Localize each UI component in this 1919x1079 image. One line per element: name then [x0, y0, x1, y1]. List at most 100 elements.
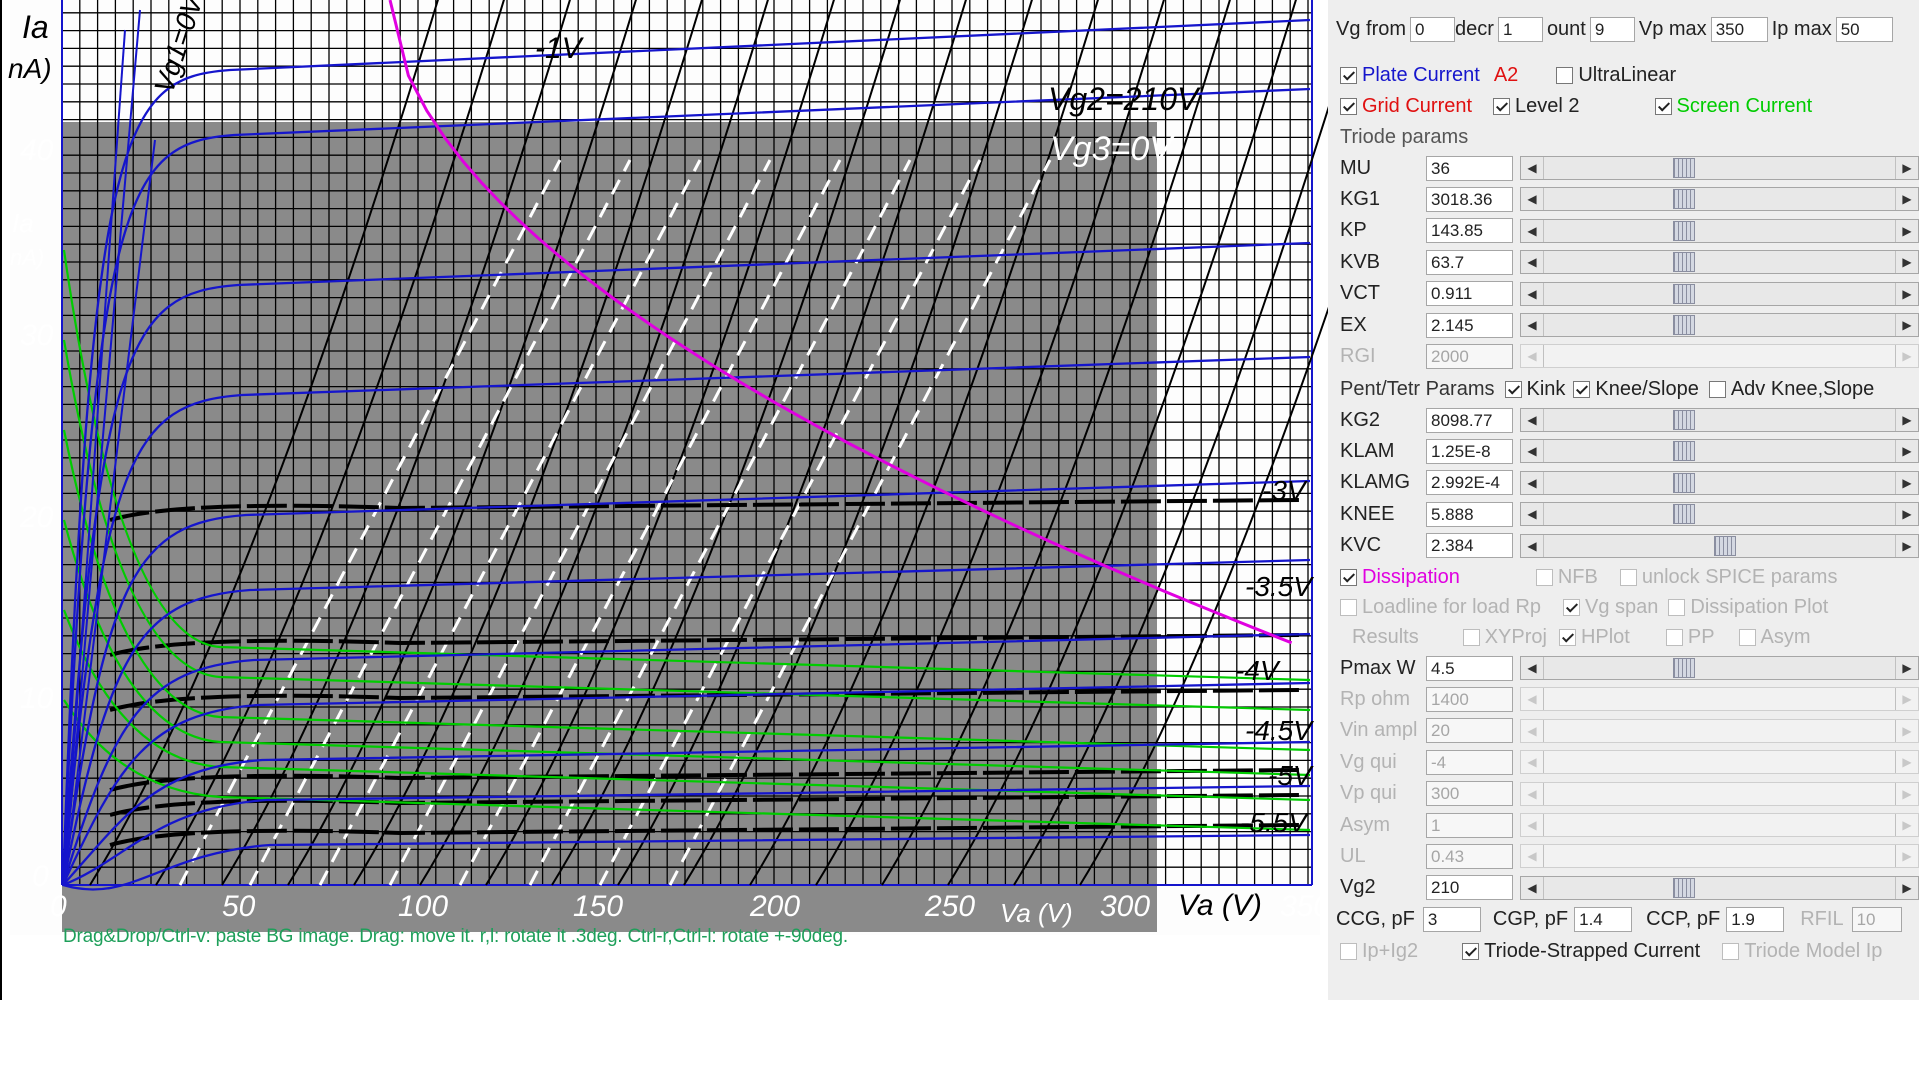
slider-right-arrow-icon[interactable]: ▶: [1895, 876, 1918, 899]
level2-checkbox[interactable]: [1493, 97, 1511, 115]
pent-value-field[interactable]: 2.384: [1426, 533, 1513, 559]
slider-left-arrow-icon[interactable]: ◀: [1521, 409, 1544, 431]
triode-strapped-checkbox[interactable]: [1462, 942, 1480, 960]
slider-thumb[interactable]: [1673, 410, 1695, 430]
ccp-field[interactable]: 1.9: [1726, 906, 1785, 932]
slider-right-arrow-icon[interactable]: ▶: [1895, 282, 1918, 305]
slider-thumb[interactable]: [1673, 504, 1695, 525]
slider-thumb[interactable]: [1673, 441, 1695, 462]
op-value-field[interactable]: 1400: [1426, 686, 1513, 712]
op-value-field[interactable]: 1: [1426, 812, 1513, 838]
hplot-checkbox[interactable]: [1558, 628, 1576, 646]
vg-span-checkbox[interactable]: [1563, 598, 1581, 616]
slider-left-arrow-icon[interactable]: ◀: [1521, 314, 1544, 336]
slider-right-arrow-icon[interactable]: ▶: [1895, 845, 1918, 868]
slider-left-arrow-icon[interactable]: ◀: [1521, 657, 1544, 679]
triode-model-checkbox[interactable]: [1722, 942, 1740, 960]
slider-left-arrow-icon[interactable]: ◀: [1521, 876, 1544, 899]
slider-right-arrow-icon[interactable]: ▶: [1895, 534, 1918, 557]
plot-area[interactable]: Ia nA) Ia nA) Vg1=0V -1V Vg2=210V Vg3=0V -3V -3.5…: [0, 0, 1329, 1000]
slider-right-arrow-icon[interactable]: ▶: [1895, 657, 1918, 679]
slider-left-arrow-icon[interactable]: ◀: [1521, 251, 1544, 274]
slider-right-arrow-icon[interactable]: ▶: [1895, 814, 1918, 836]
op-value-field[interactable]: 20: [1426, 718, 1513, 744]
op-slider[interactable]: ◀ ▶: [1520, 656, 1919, 680]
slider-thumb[interactable]: [1673, 472, 1695, 493]
op-value-field[interactable]: -4: [1426, 749, 1513, 775]
op-value-field[interactable]: 300: [1426, 781, 1513, 807]
loadline-checkbox[interactable]: [1340, 598, 1357, 616]
pent-value-field[interactable]: 8098.77: [1426, 407, 1513, 433]
slider-left-arrow-icon[interactable]: ◀: [1521, 219, 1544, 242]
pent-value-field[interactable]: 1.25E-8: [1426, 438, 1513, 464]
slider-left-arrow-icon[interactable]: ◀: [1521, 751, 1544, 774]
slider-thumb[interactable]: [1714, 535, 1736, 556]
op-slider[interactable]: ◀ ▶: [1520, 781, 1919, 806]
vg-from-field[interactable]: 0: [1410, 16, 1456, 42]
triode-value-field[interactable]: 0.911: [1426, 281, 1513, 307]
pp-checkbox[interactable]: [1665, 628, 1683, 646]
slider-thumb[interactable]: [1673, 189, 1695, 210]
slider-right-arrow-icon[interactable]: ▶: [1895, 188, 1918, 211]
slider-left-arrow-icon[interactable]: ◀: [1521, 719, 1544, 742]
op-value-field[interactable]: 210: [1426, 875, 1513, 901]
triode-value-field[interactable]: 2.145: [1426, 312, 1513, 338]
rfil-field[interactable]: 10: [1851, 906, 1902, 932]
triode-value-field[interactable]: 3018.36: [1426, 186, 1513, 212]
op-value-field[interactable]: 0.43: [1426, 843, 1513, 869]
slider-left-arrow-icon[interactable]: ◀: [1521, 782, 1544, 805]
slider-right-arrow-icon[interactable]: ▶: [1895, 688, 1918, 711]
slider-right-arrow-icon[interactable]: ▶: [1895, 503, 1918, 526]
ipmax-field[interactable]: 50: [1835, 16, 1893, 42]
pent-slider[interactable]: ◀ ▶: [1520, 533, 1919, 558]
triode-value-field[interactable]: 63.7: [1426, 249, 1513, 275]
dissipation-plot-checkbox[interactable]: [1668, 598, 1686, 616]
slider-thumb[interactable]: [1673, 252, 1695, 273]
unlock-spice-checkbox[interactable]: [1619, 568, 1637, 586]
op-value-field[interactable]: 4.5: [1426, 655, 1513, 681]
slider-right-arrow-icon[interactable]: ▶: [1895, 751, 1918, 774]
slider-right-arrow-icon[interactable]: ▶: [1895, 719, 1918, 742]
op-slider[interactable]: ◀ ▶: [1520, 875, 1919, 900]
ip-ig2-checkbox[interactable]: [1340, 942, 1357, 960]
op-slider[interactable]: ◀ ▶: [1520, 813, 1919, 837]
triode-value-field[interactable]: 2000: [1426, 343, 1513, 369]
triode-value-field[interactable]: 36: [1426, 155, 1513, 181]
pent-slider[interactable]: ◀ ▶: [1520, 408, 1919, 432]
pent-slider[interactable]: ◀ ▶: [1520, 439, 1919, 464]
pent-slider[interactable]: ◀ ▶: [1520, 470, 1919, 495]
op-slider[interactable]: ◀ ▶: [1520, 750, 1919, 775]
slider-thumb[interactable]: [1673, 158, 1695, 178]
triode-slider[interactable]: ◀ ▶: [1520, 218, 1919, 243]
triode-slider[interactable]: ◀ ▶: [1520, 187, 1919, 212]
slider-right-arrow-icon[interactable]: ▶: [1895, 314, 1918, 336]
op-slider[interactable]: ◀ ▶: [1520, 718, 1919, 743]
slider-left-arrow-icon[interactable]: ◀: [1521, 503, 1544, 526]
xyproj-checkbox[interactable]: [1462, 628, 1480, 646]
slider-thumb[interactable]: [1673, 220, 1695, 241]
grid-current-checkbox[interactable]: [1340, 97, 1357, 115]
op-slider[interactable]: ◀ ▶: [1520, 844, 1919, 869]
slider-left-arrow-icon[interactable]: ◀: [1521, 157, 1544, 179]
triode-slider[interactable]: ◀ ▶: [1520, 250, 1919, 275]
pent-slider[interactable]: ◀ ▶: [1520, 502, 1919, 527]
cgp-field[interactable]: 1.4: [1574, 906, 1633, 932]
results-label[interactable]: Results: [1352, 626, 1419, 649]
kink-checkbox[interactable]: [1504, 380, 1522, 398]
count-field[interactable]: 9: [1589, 16, 1635, 42]
slider-right-arrow-icon[interactable]: ▶: [1895, 409, 1918, 431]
slider-thumb[interactable]: [1673, 315, 1695, 335]
adv-knee-checkbox[interactable]: [1708, 380, 1726, 398]
slider-left-arrow-icon[interactable]: ◀: [1521, 282, 1544, 305]
pent-value-field[interactable]: 2.992E-4: [1426, 470, 1513, 496]
slider-thumb[interactable]: [1673, 877, 1695, 898]
slider-right-arrow-icon[interactable]: ▶: [1895, 157, 1918, 179]
plate-current-checkbox[interactable]: [1340, 66, 1357, 84]
slider-right-arrow-icon[interactable]: ▶: [1895, 782, 1918, 805]
triode-slider[interactable]: ◀ ▶: [1520, 156, 1919, 180]
triode-slider[interactable]: ◀ ▶: [1520, 344, 1919, 369]
slider-thumb[interactable]: [1673, 658, 1695, 678]
op-slider[interactable]: ◀ ▶: [1520, 687, 1919, 712]
slider-left-arrow-icon[interactable]: ◀: [1521, 345, 1544, 368]
asym-checkbox[interactable]: [1738, 628, 1756, 646]
